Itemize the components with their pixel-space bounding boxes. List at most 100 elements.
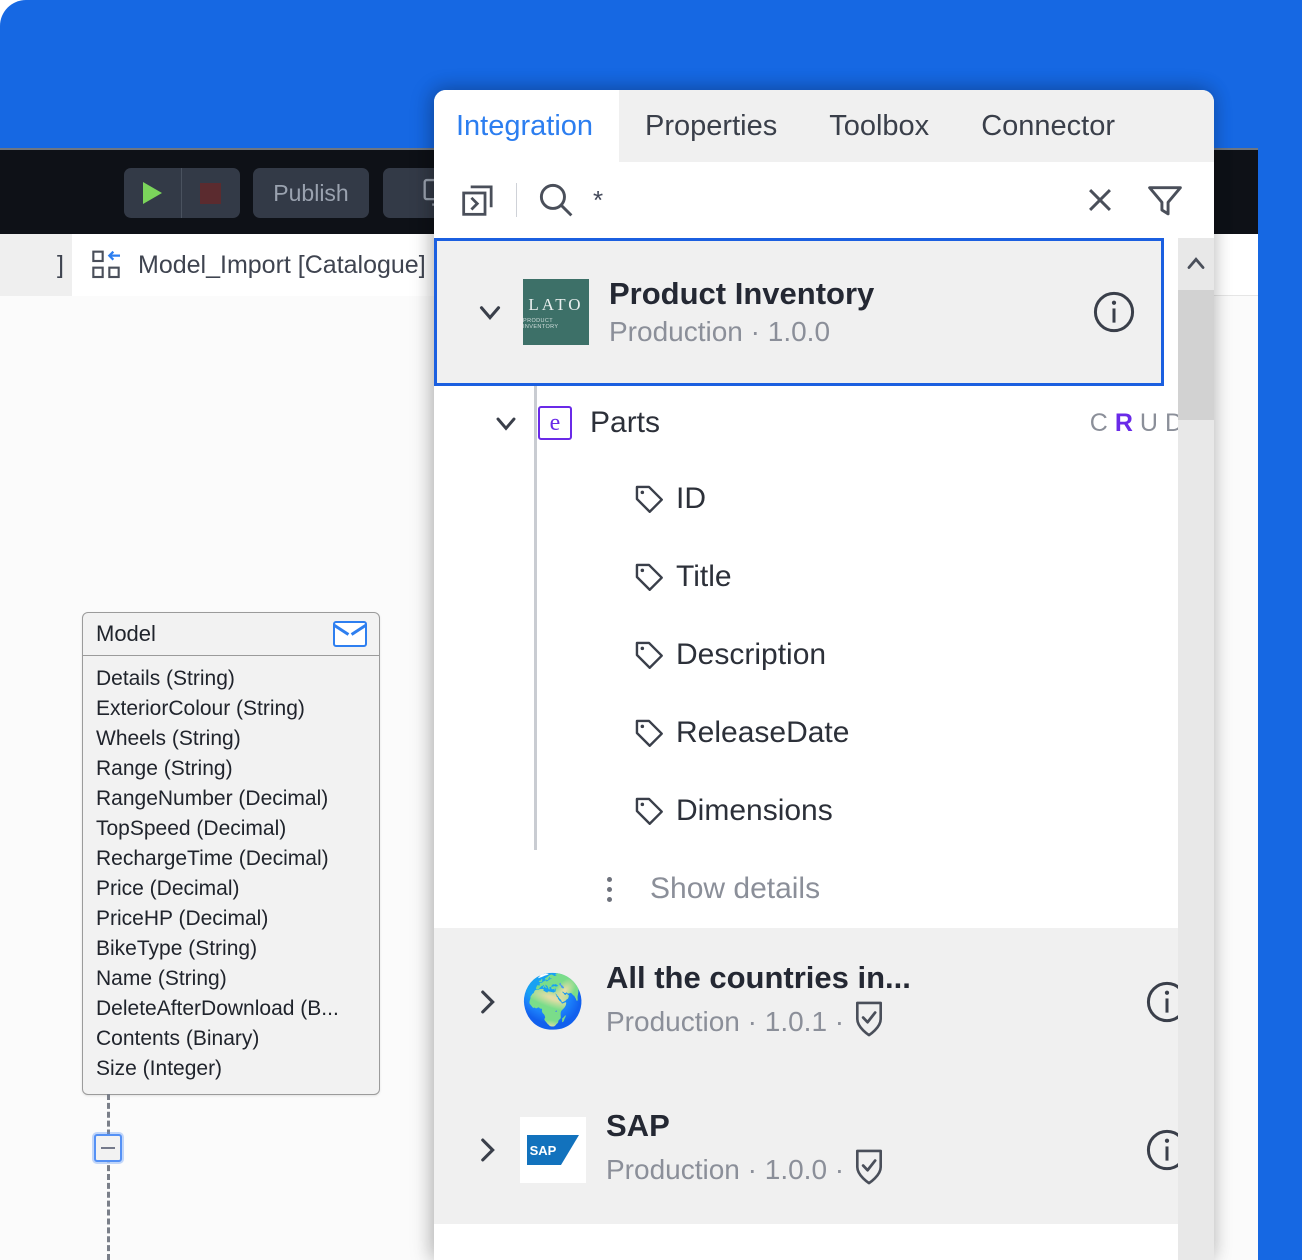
crud-read: R (1114, 408, 1140, 437)
package-text: All the countries in... Production · 1.0… (606, 960, 1140, 1045)
info-icon[interactable] (1087, 289, 1141, 335)
tab-connector[interactable]: Connector (955, 90, 1141, 162)
package-meta-text: Production · 1.0.0 · (606, 1154, 845, 1185)
play-icon (143, 182, 162, 204)
close-icon[interactable] (1074, 178, 1126, 222)
show-details-label: Show details (650, 872, 821, 905)
entity-attribute[interactable]: ExteriorColour (String) (96, 694, 379, 724)
package-tree-product-inventory: e Parts CRUD (434, 386, 1214, 928)
lato-logo-text: LATO (528, 294, 584, 314)
sap-logo: SAP (520, 1117, 586, 1183)
entity-attribute[interactable]: BikeType (String) (96, 934, 379, 964)
entity-title: Model (96, 621, 156, 646)
ide-tab-label: Model_Import [Catalogue] (138, 250, 426, 279)
tree-guide-line (534, 386, 537, 850)
attribute-row[interactable]: ReleaseDate (434, 694, 1214, 772)
tab-toolbox[interactable]: Toolbox (803, 90, 956, 162)
tag-icon (632, 482, 676, 516)
package-title: Product Inventory (609, 276, 875, 311)
shield-check-icon (852, 1148, 886, 1193)
show-details-row[interactable]: Show details (434, 850, 1214, 928)
publish-label: Publish (273, 179, 349, 206)
collapse-minus-icon[interactable] (94, 1134, 122, 1162)
expand-all-icon[interactable] (456, 178, 500, 222)
entity-attribute[interactable]: Price (Decimal) (96, 874, 379, 904)
package-meta: Production · 1.0.0 · (606, 1148, 1140, 1193)
search-input[interactable]: * (579, 185, 1074, 216)
crud-create: C (1089, 408, 1115, 437)
entity-attribute[interactable]: TopSpeed (Decimal) (96, 814, 379, 844)
entity-e-glyph: e (549, 410, 561, 436)
panel-scrollbar[interactable] (1178, 238, 1214, 1260)
tab-connector-label: Connector (981, 109, 1115, 142)
entity-name: Parts (590, 406, 661, 439)
tag-icon (632, 638, 676, 672)
tag-icon (632, 560, 676, 594)
publish-button[interactable]: Publish (253, 168, 369, 218)
package-meta: Production · 1.0.1 · (606, 1000, 1140, 1045)
chevron-down-icon[interactable] (473, 295, 523, 329)
screen: Publish ] Model_Import [Catalogue] Model… (0, 0, 1302, 1260)
package-row-sap[interactable]: SAP SAP Production · 1.0.0 · (434, 1076, 1214, 1224)
chevron-right-icon[interactable] (470, 1133, 520, 1167)
scrollbar-thumb[interactable] (1178, 290, 1214, 420)
tab-integration[interactable]: Integration (434, 90, 620, 162)
lato-logo: LATO PRODUCT INVENTORY (523, 279, 589, 345)
package-row-all-the-countries[interactable]: 🌍 All the countries in... Production · 1… (434, 928, 1214, 1076)
entity-attribute[interactable]: RangeNumber (Decimal) (96, 784, 379, 814)
attribute-name: Description (676, 638, 827, 671)
attribute-row[interactable]: Title (434, 538, 1214, 616)
entity-attribute[interactable]: PriceHP (Decimal) (96, 904, 379, 934)
entity-attribute[interactable]: Details (String) (96, 664, 379, 694)
package-title: SAP (606, 1107, 670, 1143)
run-controls-group (124, 168, 240, 218)
attribute-name: Dimensions (676, 794, 833, 827)
search-divider (516, 183, 517, 217)
entity-attribute[interactable]: Wheels (String) (96, 724, 379, 754)
chevron-down-icon[interactable] (490, 407, 538, 439)
package-meta: Production · 1.0.0 (609, 316, 1087, 348)
attribute-row[interactable]: Dimensions (434, 772, 1214, 850)
ide-tab-model-import[interactable]: Model_Import [Catalogue] (72, 234, 446, 296)
chevron-up-icon[interactable] (1178, 238, 1214, 290)
entity-attribute[interactable]: Size (Integer) (96, 1054, 379, 1084)
tab-toolbox-label: Toolbox (829, 109, 930, 142)
package-row-product-inventory[interactable]: LATO PRODUCT INVENTORY Product Inventory… (434, 238, 1164, 386)
globe-glyph: 🌍 (520, 973, 586, 1031)
package-text: SAP Production · 1.0.0 · (606, 1108, 1140, 1193)
entity-model-box[interactable]: Model Details (String) ExteriorColour (S… (82, 612, 380, 1095)
entity-attribute[interactable]: RechargeTime (Decimal) (96, 844, 379, 874)
tag-icon (632, 794, 676, 828)
tab-properties[interactable]: Properties (619, 90, 804, 162)
entity-header: Model (83, 613, 379, 656)
attribute-name: ID (676, 482, 706, 515)
domain-model-icon (92, 250, 120, 279)
attribute-row[interactable]: Description (434, 616, 1214, 694)
package-title: All the countries in... (606, 959, 911, 995)
entity-attribute[interactable]: Name (String) (96, 964, 379, 994)
package-meta-text: Production · 1.0.0 (609, 316, 831, 347)
entity-attribute-list: Details (String) ExteriorColour (String)… (83, 656, 379, 1094)
filter-icon[interactable] (1136, 177, 1194, 223)
stop-icon (200, 182, 221, 204)
chevron-right-icon[interactable] (470, 985, 520, 1019)
entity-group-parts: e Parts CRUD (434, 386, 1214, 850)
ide-tab-partial-label: ] (57, 250, 64, 279)
entity-attribute[interactable]: DeleteAfterDownload (B... (96, 994, 379, 1024)
package-list: LATO PRODUCT INVENTORY Product Inventory… (434, 238, 1214, 1260)
package-meta-text: Production · 1.0.1 · (606, 1006, 845, 1037)
run-button[interactable] (124, 168, 181, 218)
globe-logo: 🌍 (520, 969, 586, 1035)
envelope-icon[interactable] (333, 621, 367, 647)
kebab-menu-icon[interactable] (584, 876, 634, 902)
entity-e-icon: e (538, 406, 572, 440)
stop-button[interactable] (182, 168, 239, 218)
crud-indicator: CRUD (1090, 409, 1190, 438)
entity-row-parts[interactable]: e Parts CRUD (434, 386, 1214, 460)
entity-attribute[interactable]: Contents (Binary) (96, 1024, 379, 1054)
ide-tab-partial[interactable]: ] (0, 234, 72, 296)
entity-attribute[interactable]: Range (String) (96, 754, 379, 784)
sap-logo-text: SAP (530, 1143, 557, 1158)
attribute-row[interactable]: ID (434, 460, 1214, 538)
search-icon[interactable] (533, 178, 579, 222)
